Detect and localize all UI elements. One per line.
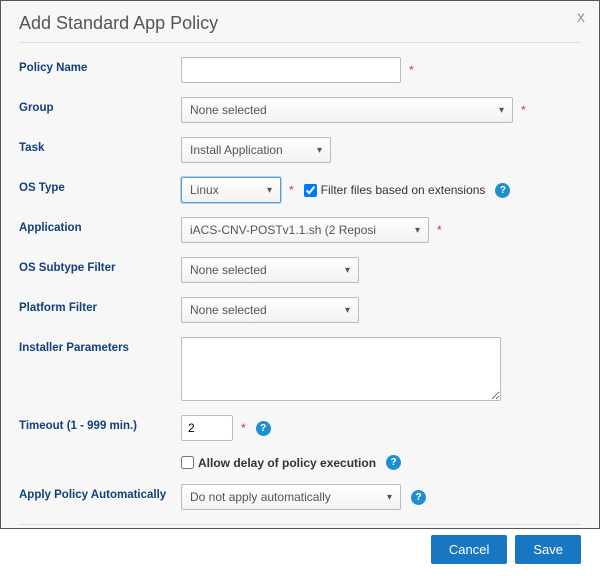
label-group: Group: [19, 97, 181, 114]
row-group: Group None selected ▾ *: [19, 97, 581, 123]
add-standard-app-policy-dialog: Add Standard App Policy x Policy Name * …: [1, 1, 599, 528]
label-os-subtype: OS Subtype Filter: [19, 257, 181, 274]
caret-down-icon: ▾: [499, 105, 504, 116]
installer-params-textarea[interactable]: [181, 337, 501, 401]
os-subtype-select[interactable]: None selected ▾: [181, 257, 359, 283]
os-subtype-value: None selected: [190, 263, 267, 277]
row-policy-name: Policy Name *: [19, 57, 581, 83]
group-select[interactable]: None selected ▾: [181, 97, 513, 123]
apply-auto-select[interactable]: Do not apply automatically ▾: [181, 484, 401, 510]
platform-filter-select[interactable]: None selected ▾: [181, 297, 359, 323]
caret-down-icon: ▾: [387, 492, 392, 503]
caret-down-icon: ▾: [267, 185, 272, 196]
close-icon[interactable]: x: [577, 9, 585, 27]
timeout-input[interactable]: [181, 415, 233, 441]
required-mark: *: [521, 103, 526, 117]
caret-down-icon: ▾: [317, 145, 322, 156]
policy-name-input[interactable]: [181, 57, 401, 83]
os-type-select[interactable]: Linux ▾: [181, 177, 281, 203]
dialog-title: Add Standard App Policy: [19, 13, 218, 33]
row-installer-params: Installer Parameters: [19, 337, 581, 401]
label-empty: [19, 455, 181, 460]
platform-filter-value: None selected: [190, 303, 267, 317]
filter-extensions-label: Filter files based on extensions: [321, 183, 486, 197]
task-select[interactable]: Install Application ▾: [181, 137, 331, 163]
form-body: Policy Name * Group None selected ▾ * Ta…: [19, 57, 581, 524]
allow-delay-wrapper[interactable]: Allow delay of policy execution: [181, 456, 376, 470]
save-button[interactable]: Save: [515, 535, 581, 564]
label-task: Task: [19, 137, 181, 154]
required-mark: *: [241, 421, 246, 435]
os-type-value: Linux: [190, 183, 219, 197]
label-apply-auto: Apply Policy Automatically: [19, 484, 181, 501]
help-icon[interactable]: ?: [256, 421, 271, 436]
row-platform: Platform Filter None selected ▾: [19, 297, 581, 323]
row-os-type: OS Type Linux ▾ * Filter files based on …: [19, 177, 581, 203]
apply-auto-value: Do not apply automatically: [190, 490, 331, 504]
group-value: None selected: [190, 103, 267, 117]
help-icon[interactable]: ?: [411, 490, 426, 505]
row-os-subtype: OS Subtype Filter None selected ▾: [19, 257, 581, 283]
filter-ext-wrapper[interactable]: Filter files based on extensions: [304, 183, 486, 197]
allow-delay-checkbox[interactable]: [181, 456, 194, 469]
help-icon[interactable]: ?: [386, 455, 401, 470]
label-platform: Platform Filter: [19, 297, 181, 314]
help-icon[interactable]: ?: [495, 183, 510, 198]
caret-down-icon: ▾: [345, 265, 350, 276]
allow-delay-label: Allow delay of policy execution: [198, 456, 376, 470]
task-value: Install Application: [190, 143, 283, 157]
label-application: Application: [19, 217, 181, 234]
required-mark: *: [437, 223, 442, 237]
filter-extensions-checkbox[interactable]: [304, 184, 317, 197]
label-policy-name: Policy Name: [19, 57, 181, 74]
row-timeout: Timeout (1 - 999 min.) * ?: [19, 415, 581, 441]
row-apply-auto: Apply Policy Automatically Do not apply …: [19, 484, 581, 510]
row-allow-delay: Allow delay of policy execution ?: [19, 455, 581, 470]
label-os-type: OS Type: [19, 177, 181, 194]
caret-down-icon: ▾: [345, 305, 350, 316]
application-value: iACS-CNV-POSTv1.1.sh (2 Reposi: [190, 223, 376, 237]
row-application: Application iACS-CNV-POSTv1.1.sh (2 Repo…: [19, 217, 581, 243]
dialog-footer: Cancel Save: [19, 524, 581, 576]
label-timeout: Timeout (1 - 999 min.): [19, 415, 181, 432]
cancel-button[interactable]: Cancel: [431, 535, 507, 564]
dialog-header: Add Standard App Policy x: [19, 13, 581, 43]
required-mark: *: [289, 183, 294, 197]
caret-down-icon: ▾: [415, 225, 420, 236]
label-installer-params: Installer Parameters: [19, 337, 181, 354]
required-mark: *: [409, 63, 414, 77]
application-select[interactable]: iACS-CNV-POSTv1.1.sh (2 Reposi ▾: [181, 217, 429, 243]
row-task: Task Install Application ▾: [19, 137, 581, 163]
